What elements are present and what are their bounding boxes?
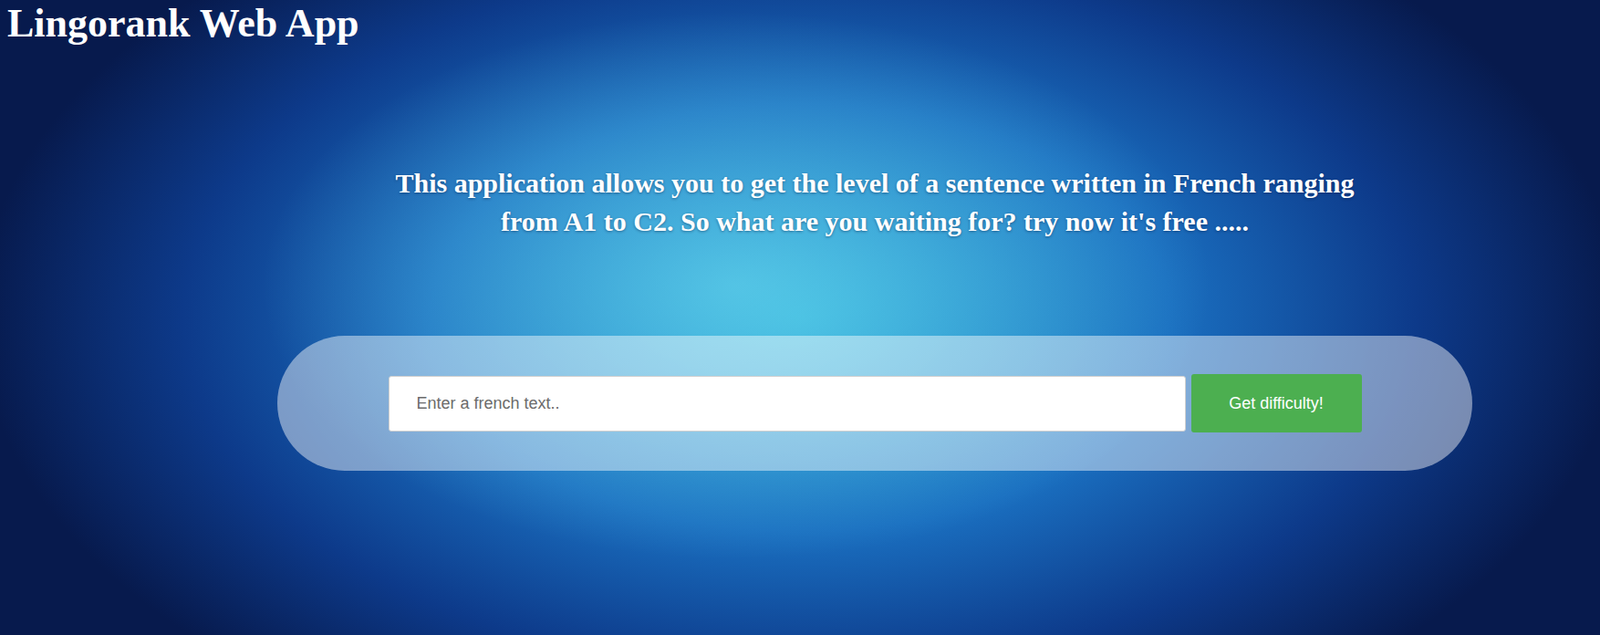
submit-button[interactable]: Get difficulty! [1191, 374, 1362, 433]
page: Lingorank Web App This application allows… [0, 0, 1600, 635]
intro-text: This application allows you to get the l… [391, 164, 1359, 241]
text-input[interactable] [388, 375, 1186, 432]
search-bar: Get difficulty! [277, 335, 1473, 471]
app-title: Lingorank Web App [0, 0, 1600, 48]
content: This application allows you to get the l… [277, 47, 1473, 471]
